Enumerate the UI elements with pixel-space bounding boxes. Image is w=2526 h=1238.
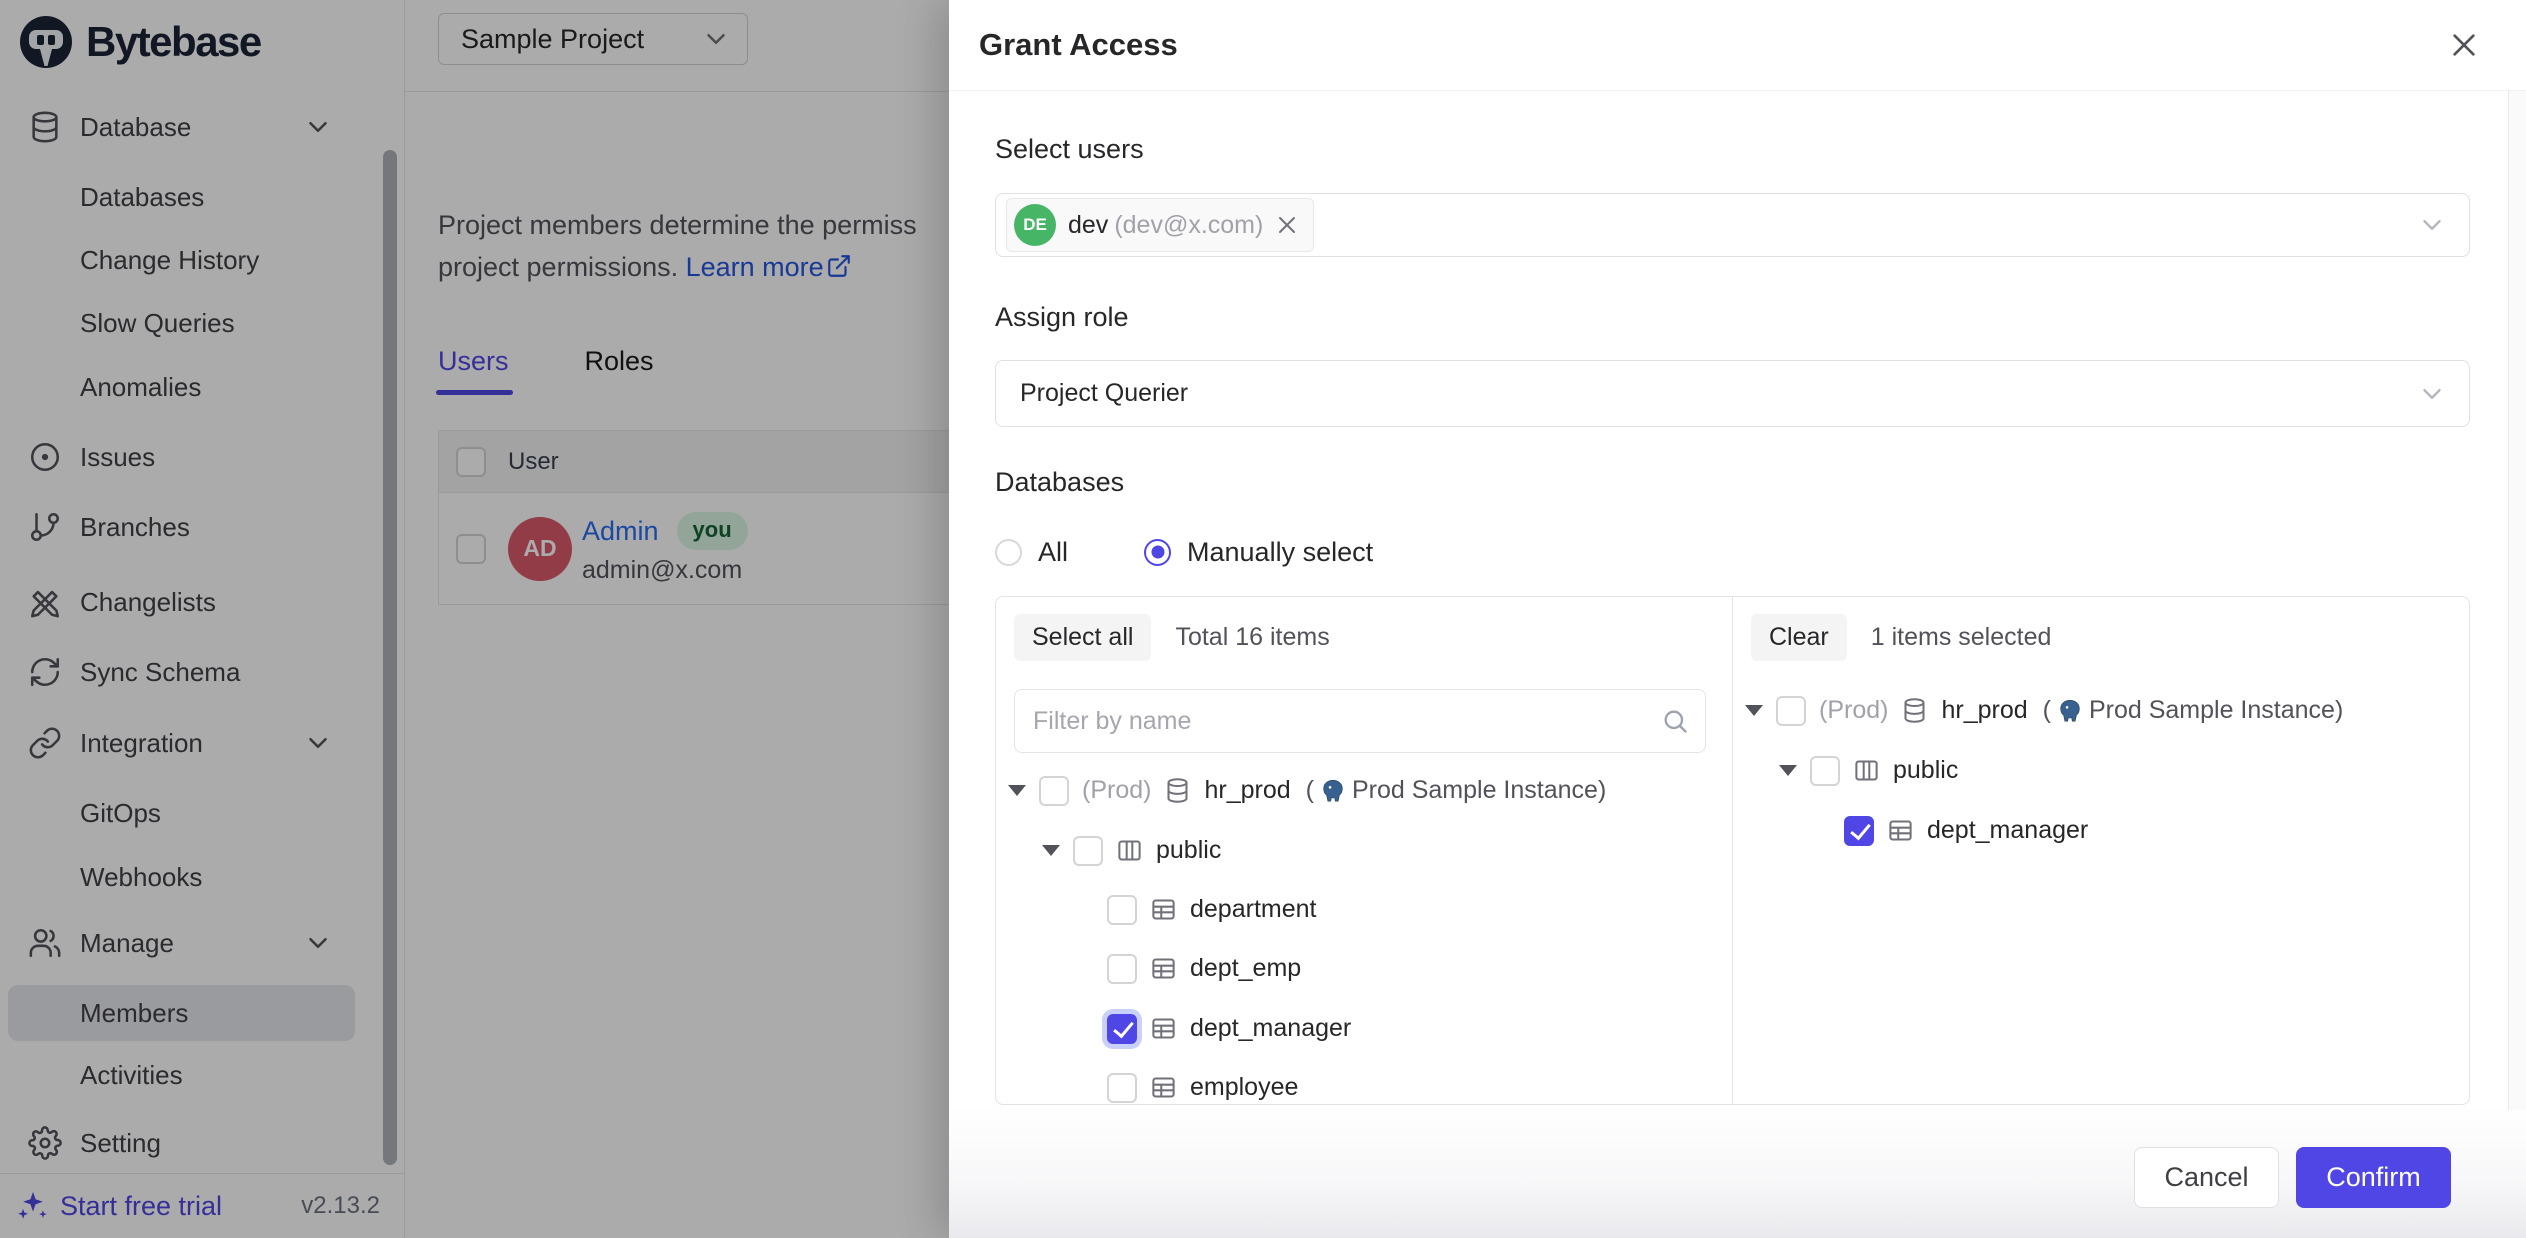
modal-title: Grant Access [979, 27, 1178, 63]
database-icon [1901, 697, 1928, 724]
tree-row-table-checked[interactable]: dept_manager [1076, 999, 1351, 1058]
filter-input[interactable] [1033, 707, 1661, 736]
tree-row-table[interactable]: employee [1076, 1058, 1298, 1105]
table-icon [1887, 817, 1914, 844]
table-icon [1150, 1074, 1177, 1101]
caret-down-icon[interactable] [1779, 765, 1797, 776]
tree-checkbox[interactable] [1107, 895, 1137, 925]
databases-label: Databases [995, 467, 1124, 498]
tree-checkbox[interactable] [1107, 954, 1137, 984]
user-chip: DE dev (dev@x.com) [1006, 198, 1314, 252]
clear-button[interactable]: Clear [1751, 614, 1847, 661]
tree-checkbox[interactable] [1107, 1073, 1137, 1103]
database-transfer: Select all Total 16 items (Prod) hr_prod… [995, 596, 2470, 1105]
close-icon[interactable] [2446, 27, 2482, 63]
modal-scrollbar[interactable] [2508, 91, 2526, 1110]
modal-footer: Cancel Confirm [949, 1105, 2526, 1238]
modal-header: Grant Access [949, 0, 2526, 91]
grant-access-modal: Grant Access Select users DE dev (dev@x.… [949, 0, 2526, 1238]
tree-checkbox-checked[interactable] [1844, 816, 1874, 846]
selected-count: 1 items selected [1871, 623, 2052, 652]
select-users-label: Select users [995, 134, 1144, 165]
assign-role-label: Assign role [995, 302, 1129, 333]
postgresql-icon [2057, 698, 2083, 724]
chevron-down-icon [2417, 379, 2447, 409]
tree-checkbox-checked[interactable] [1107, 1014, 1137, 1044]
filter-field[interactable] [1014, 689, 1706, 753]
source-panel: Select all Total 16 items (Prod) hr_prod… [996, 597, 1733, 1104]
tree-row-database[interactable]: (Prod) hr_prod ( Prod Sample Instance) [1008, 761, 1606, 820]
table-icon [1150, 955, 1177, 982]
chevron-down-icon [2417, 210, 2447, 240]
tree-checkbox[interactable] [1776, 696, 1806, 726]
remove-chip-icon[interactable] [1275, 213, 1299, 237]
tree-row-schema[interactable]: public [1779, 741, 1958, 800]
database-icon [1164, 777, 1191, 804]
schema-icon [1853, 757, 1880, 784]
select-users-input[interactable]: DE dev (dev@x.com) [995, 193, 2470, 257]
radio-all[interactable] [995, 539, 1022, 566]
caret-down-icon[interactable] [1745, 705, 1763, 716]
confirm-button[interactable]: Confirm [2296, 1147, 2451, 1208]
tree-row-table-checked[interactable]: dept_manager [1813, 801, 2088, 860]
schema-icon [1116, 837, 1143, 864]
caret-down-icon[interactable] [1008, 785, 1026, 796]
search-icon [1661, 707, 1689, 735]
database-scope-radios: All Manually select [995, 526, 1373, 578]
radio-manually-select[interactable] [1144, 539, 1171, 566]
tree-checkbox[interactable] [1039, 776, 1069, 806]
tree-row-schema[interactable]: public [1042, 821, 1221, 880]
tree-checkbox[interactable] [1810, 756, 1840, 786]
avatar: DE [1014, 204, 1056, 246]
cancel-button[interactable]: Cancel [2134, 1147, 2279, 1208]
tree-checkbox[interactable] [1073, 836, 1103, 866]
tree-row-database[interactable]: (Prod) hr_prod ( Prod Sample Instance) [1745, 681, 2343, 740]
total-count: Total 16 items [1175, 623, 1329, 652]
caret-down-icon[interactable] [1042, 845, 1060, 856]
tree-row-table[interactable]: dept_emp [1076, 939, 1301, 998]
select-all-button[interactable]: Select all [1014, 614, 1151, 661]
role-select[interactable]: Project Querier [995, 360, 2470, 427]
table-icon [1150, 1015, 1177, 1042]
table-icon [1150, 896, 1177, 923]
tree-row-table[interactable]: department [1076, 880, 1316, 939]
postgresql-icon [1320, 778, 1346, 804]
selected-panel: Clear 1 items selected (Prod) hr_prod ( … [1733, 597, 2469, 1104]
